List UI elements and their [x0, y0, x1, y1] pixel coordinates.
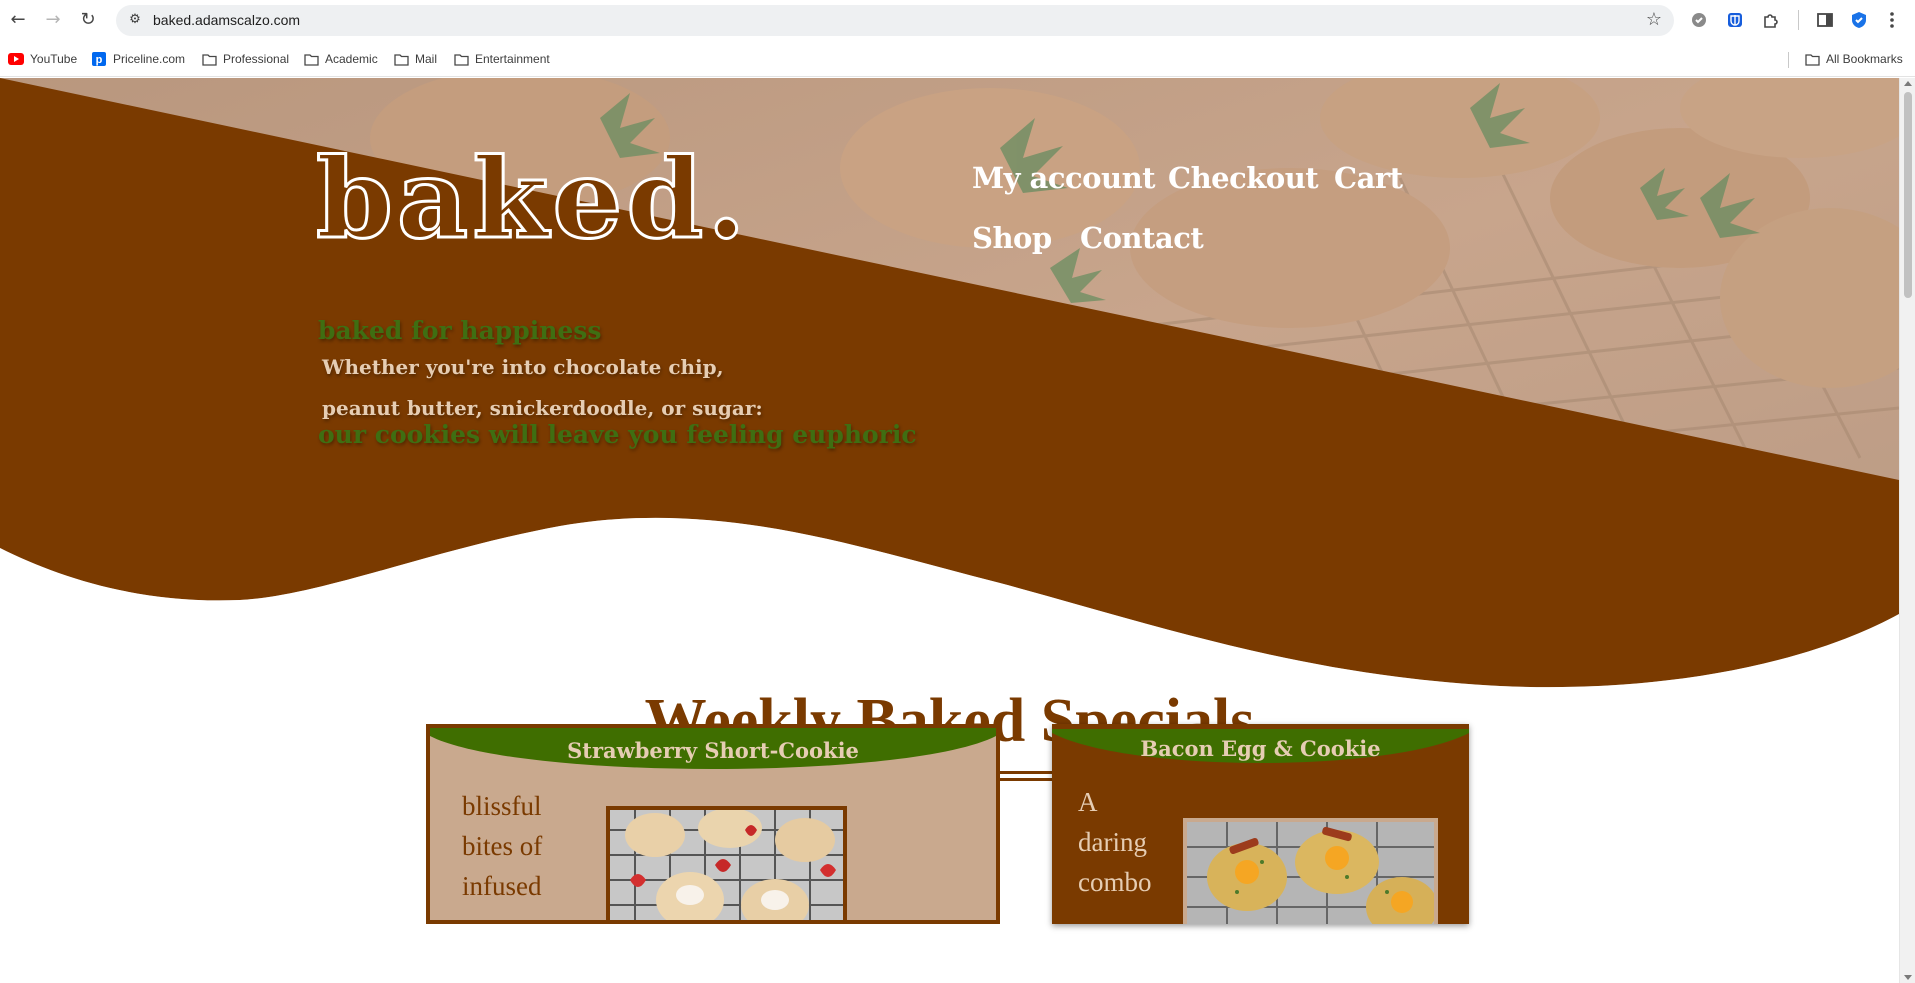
- toolbar-divider: [1798, 10, 1799, 30]
- folder-icon: [393, 51, 409, 67]
- page-viewport: baked. My account Checkout Cart Shop Con…: [0, 78, 1899, 983]
- address-bar[interactable]: ⚙ baked.adamscalzo.com ☆: [116, 5, 1674, 36]
- tagline-closing: our cookies will leave you feeling eupho…: [318, 420, 917, 449]
- bookmark-folder-entertainment[interactable]: Entertainment: [453, 49, 550, 69]
- site-logo[interactable]: baked.: [315, 133, 750, 265]
- bookmark-youtube[interactable]: YouTube: [8, 49, 77, 69]
- scroll-down-arrow-icon[interactable]: [1904, 975, 1912, 980]
- nav-shop[interactable]: Shop: [972, 218, 1052, 258]
- bookmark-folder-academic[interactable]: Academic: [303, 49, 378, 69]
- scrollbar-thumb[interactable]: [1904, 92, 1912, 298]
- bookmark-label: Academic: [325, 52, 378, 66]
- extension-shield-icon[interactable]: [1688, 9, 1710, 31]
- bookmark-label: Mail: [415, 52, 438, 66]
- folder-icon: [303, 51, 319, 67]
- card-text-line: bites of: [462, 831, 543, 861]
- bacon-egg-cookie-image[interactable]: [1183, 818, 1438, 924]
- folder-icon: [453, 51, 469, 67]
- bookmarks-bar: YouTube p Priceline.com Professional Aca…: [0, 40, 1915, 77]
- bookmark-folder-mail[interactable]: Mail: [393, 49, 437, 69]
- folder-icon: [201, 51, 217, 67]
- bookmark-star-icon[interactable]: ☆: [1646, 10, 1662, 30]
- card-text-line: blissful: [462, 791, 542, 821]
- bitwarden-icon[interactable]: [1724, 9, 1746, 31]
- forward-button[interactable]: →: [41, 8, 65, 32]
- scroll-up-arrow-icon[interactable]: [1904, 81, 1912, 86]
- card-description: A daring combo: [1078, 782, 1152, 902]
- site-info-icon[interactable]: ⚙: [126, 11, 144, 29]
- card-title[interactable]: Bacon Egg & Cookie: [1052, 736, 1469, 761]
- tagline-heading: baked for happiness: [318, 316, 602, 345]
- browser-toolbar: ← → ↻ ⚙ baked.adamscalzo.com ☆: [0, 0, 1915, 40]
- card-text-line: combo: [1078, 867, 1152, 897]
- side-panel-icon[interactable]: [1814, 9, 1836, 31]
- back-button[interactable]: ←: [6, 8, 30, 32]
- card-text-line: A: [1078, 787, 1098, 817]
- svg-text:p: p: [96, 54, 103, 66]
- card-text-line: daring: [1078, 827, 1147, 857]
- strawberry-cookie-image[interactable]: [606, 806, 847, 920]
- reload-button[interactable]: ↻: [76, 8, 100, 32]
- bookmark-folder-professional[interactable]: Professional: [201, 49, 289, 69]
- tagline-line-1: Whether you're into chocolate chip,: [322, 355, 724, 379]
- extensions-puzzle-icon[interactable]: [1760, 9, 1782, 31]
- hero-background: [0, 78, 1899, 698]
- youtube-icon: [8, 51, 24, 67]
- special-card-strawberry[interactable]: Strawberry Short-Cookie blissful bites o…: [426, 724, 1000, 924]
- all-bookmarks-label: All Bookmarks: [1826, 52, 1903, 66]
- nav-contact[interactable]: Contact: [1080, 218, 1204, 258]
- bookmark-label: Professional: [223, 52, 290, 66]
- bookmark-label: YouTube: [30, 52, 78, 66]
- url-text[interactable]: baked.adamscalzo.com: [153, 5, 300, 36]
- bacon-egg-cookie-photo: [1187, 822, 1434, 924]
- security-shield-icon[interactable]: [1848, 9, 1870, 31]
- card-text-line: infused: [462, 871, 542, 901]
- bookmark-label: Entertainment: [475, 52, 550, 66]
- bookmarks-divider: [1788, 52, 1789, 68]
- nav-my-account[interactable]: My account: [972, 158, 1156, 198]
- all-bookmarks-button[interactable]: All Bookmarks: [1804, 49, 1903, 69]
- priceline-icon: p: [91, 51, 107, 67]
- card-title[interactable]: Strawberry Short-Cookie: [430, 738, 996, 763]
- folder-icon: [1804, 51, 1820, 67]
- bookmark-priceline[interactable]: p Priceline.com: [91, 49, 185, 69]
- tagline-line-2: peanut butter, snickerdoodle, or sugar:: [322, 396, 763, 420]
- bookmark-label: Priceline.com: [113, 52, 186, 66]
- menu-kebab-icon[interactable]: [1881, 9, 1903, 31]
- special-card-bacon-egg[interactable]: Bacon Egg & Cookie A daring combo: [1052, 724, 1469, 924]
- nav-checkout[interactable]: Checkout: [1168, 158, 1319, 198]
- strawberry-cookie-photo: [610, 810, 843, 920]
- nav-cart[interactable]: Cart: [1334, 158, 1403, 198]
- page-scrollbar[interactable]: [1899, 78, 1915, 983]
- card-description: blissful bites of infused: [462, 786, 542, 906]
